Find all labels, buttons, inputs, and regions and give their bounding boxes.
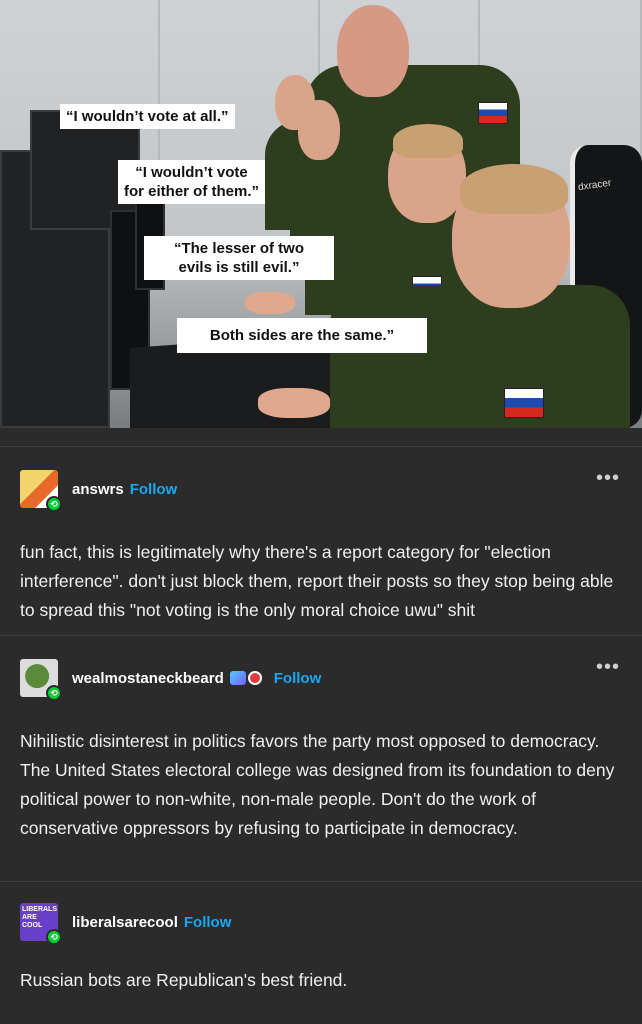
caption-1: “I wouldn’t vote at all.” xyxy=(60,104,235,129)
post-header: ⟲ wealmostaneckbeard Follow xyxy=(20,658,622,701)
username[interactable]: answrs xyxy=(72,481,124,498)
caption-2: “I wouldn’t vote for either of them.” xyxy=(118,160,266,204)
follow-button[interactable]: Follow xyxy=(130,481,178,498)
reblog-icon: ⟲ xyxy=(46,496,62,512)
post-header: LIBERALS ARE COOL ⟲ liberalsarecool Foll… xyxy=(20,902,622,945)
username[interactable]: liberalsarecool xyxy=(72,914,178,931)
follow-button[interactable]: Follow xyxy=(274,670,322,687)
avatar[interactable]: LIBERALS ARE COOL ⟲ xyxy=(20,903,62,945)
follow-button[interactable]: Follow xyxy=(184,914,232,931)
caption-3: “The lesser of two evils is still evil.” xyxy=(144,236,334,280)
caption-4: Both sides are the same.” xyxy=(177,318,427,353)
badge-icon xyxy=(247,671,262,685)
badge-icon xyxy=(229,671,246,685)
reblog-post-answrs: ⟲ answrs Follow ••• fun fact, this is le… xyxy=(0,446,642,635)
post-body: Nihilistic disinterest in politics favor… xyxy=(20,731,615,838)
post-body: Russian bots are Republican's best frien… xyxy=(20,970,348,990)
meme-image[interactable]: dxracer “I wouldn’t vote at all.” “I wou… xyxy=(0,0,642,428)
reblog-post-wealmostaneckbeard: ⟲ wealmostaneckbeard Follow ••• Nihilist… xyxy=(0,635,642,881)
reblog-post-liberalsarecool: LIBERALS ARE COOL ⟲ liberalsarecool Foll… xyxy=(0,881,642,1024)
more-options-icon[interactable]: ••• xyxy=(596,656,620,679)
post-header: ⟲ answrs Follow xyxy=(20,469,622,512)
more-options-icon[interactable]: ••• xyxy=(596,467,620,490)
reblog-icon: ⟲ xyxy=(46,929,62,945)
spacer xyxy=(0,428,642,446)
username[interactable]: wealmostaneckbeard xyxy=(72,670,224,687)
avatar[interactable]: ⟲ xyxy=(20,470,62,512)
post-body: fun fact, this is legitimately why there… xyxy=(20,542,614,620)
reblog-icon: ⟲ xyxy=(46,685,62,701)
avatar[interactable]: ⟲ xyxy=(20,659,62,701)
blog-badges xyxy=(229,671,262,685)
